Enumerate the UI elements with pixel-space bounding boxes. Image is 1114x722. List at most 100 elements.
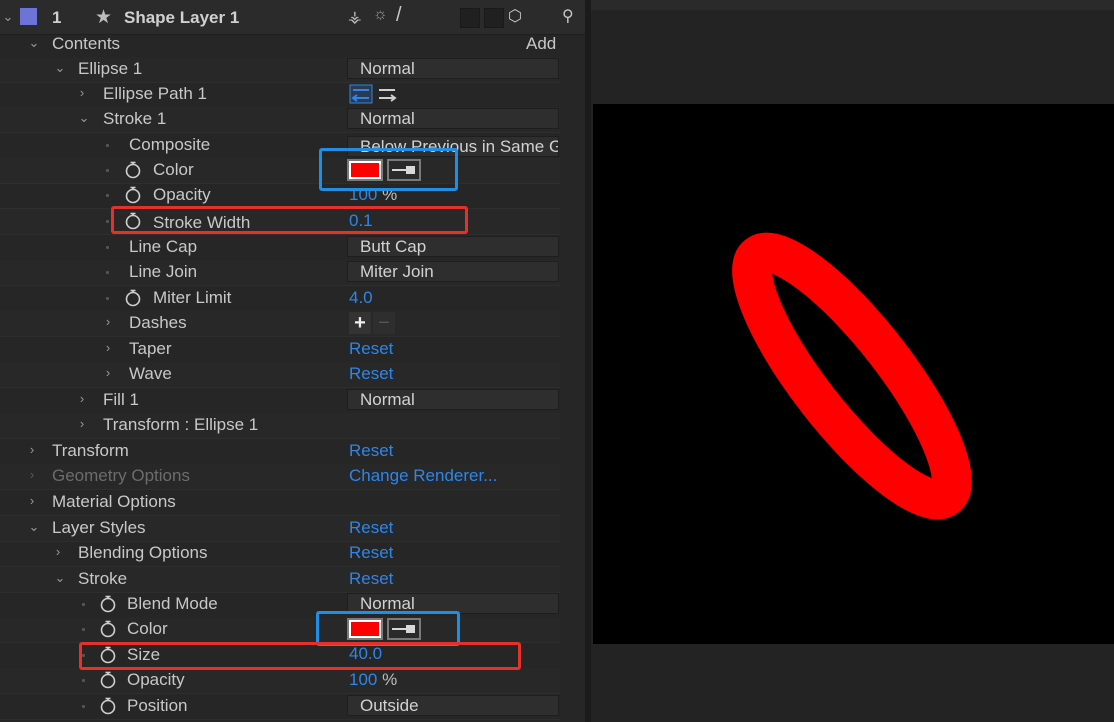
- composite-row[interactable]: Composite Below Previous in Same Gr: [0, 133, 560, 159]
- add-dash-button[interactable]: +: [349, 312, 371, 334]
- layer-name[interactable]: Shape Layer 1: [124, 8, 239, 28]
- stopwatch-icon[interactable]: [125, 161, 141, 179]
- wave-reset-link[interactable]: Reset: [349, 364, 393, 384]
- geometry-options-row[interactable]: › Geometry Options Change Renderer...: [0, 464, 560, 490]
- blend-mode-row[interactable]: Blend Mode Normal: [0, 592, 560, 618]
- taper-reset-link[interactable]: Reset: [349, 339, 393, 359]
- blending-options-row[interactable]: › Blending Options Reset: [0, 541, 560, 567]
- switch-box-2[interactable]: [484, 8, 504, 28]
- continuous-rasterize-icon[interactable]: ☼: [373, 6, 388, 24]
- quality-icon[interactable]: /: [396, 4, 402, 27]
- layer-styles-label: Layer Styles: [52, 518, 146, 537]
- layer-label-color-swatch[interactable]: [20, 8, 37, 25]
- color-swatch[interactable]: [347, 618, 383, 640]
- blending-reset-link[interactable]: Reset: [349, 543, 393, 563]
- transform-ellipse-row[interactable]: › Transform : Ellipse 1: [0, 413, 560, 439]
- opacity-value[interactable]: 100 %: [349, 670, 397, 690]
- twirl-open-icon[interactable]: ⌄: [78, 110, 90, 126]
- composition-canvas[interactable]: [593, 104, 1114, 644]
- composition-viewer: [591, 0, 1114, 722]
- line-cap-dropdown[interactable]: Butt Cap: [347, 236, 559, 257]
- stroke-width-row[interactable]: Stroke Width 0.1: [0, 209, 560, 235]
- twirl-closed-icon[interactable]: ›: [76, 85, 88, 101]
- stopwatch-icon[interactable]: [125, 289, 141, 307]
- stopwatch-icon[interactable]: [125, 212, 141, 230]
- layer-twirl-open-icon[interactable]: ⌄: [2, 9, 14, 25]
- line-cap-row[interactable]: Line Cap Butt Cap: [0, 235, 560, 261]
- remove-dash-button[interactable]: −: [373, 312, 395, 334]
- twirl-open-icon[interactable]: ⌄: [54, 60, 66, 76]
- twirl-closed-icon[interactable]: ›: [102, 365, 114, 381]
- bullet-dot: [82, 654, 85, 657]
- position-row[interactable]: Position Outside: [0, 694, 560, 720]
- twirl-closed-icon[interactable]: ›: [26, 493, 38, 509]
- miter-limit-row[interactable]: Miter Limit 4.0: [0, 286, 560, 312]
- parent-pickwhip-icon[interactable]: ⚲: [562, 6, 574, 26]
- taper-label: Taper: [129, 339, 172, 358]
- contents-row[interactable]: ⌄ Contents Add: [0, 32, 560, 58]
- blend-mode-dropdown[interactable]: Normal: [347, 593, 559, 614]
- stopwatch-icon[interactable]: [100, 646, 116, 664]
- twirl-open-icon[interactable]: ⌄: [28, 35, 40, 51]
- dashes-row[interactable]: › Dashes + −: [0, 311, 560, 337]
- stroke-width-value[interactable]: 0.1: [349, 211, 373, 231]
- stopwatch-icon[interactable]: [100, 697, 116, 715]
- layer-styles-row[interactable]: ⌄ Layer Styles Reset: [0, 516, 560, 542]
- twirl-closed-icon[interactable]: ›: [76, 416, 88, 432]
- blend-mode-dropdown[interactable]: Normal: [347, 58, 559, 79]
- twirl-closed-icon[interactable]: ›: [76, 391, 88, 407]
- blend-mode-dropdown[interactable]: Normal: [347, 108, 559, 129]
- line-join-dropdown[interactable]: Miter Join: [347, 261, 559, 282]
- stopwatch-icon[interactable]: [100, 595, 116, 613]
- add-button[interactable]: Add: [526, 34, 556, 54]
- stroke-1-row[interactable]: ⌄ Stroke 1 Normal: [0, 107, 560, 133]
- twirl-closed-icon[interactable]: ›: [52, 544, 64, 560]
- fill-1-label: Fill 1: [103, 390, 139, 409]
- color-swatch[interactable]: [347, 159, 383, 181]
- style-color-row[interactable]: Color: [0, 617, 560, 643]
- transform-reset-link[interactable]: Reset: [349, 441, 393, 461]
- twirl-open-icon[interactable]: ⌄: [54, 570, 66, 586]
- stroke-color-row[interactable]: Color: [0, 158, 560, 184]
- blend-mode-dropdown[interactable]: Normal: [347, 389, 559, 410]
- position-dropdown[interactable]: Outside: [347, 695, 559, 716]
- ellipse-shape[interactable]: [593, 104, 1114, 644]
- change-renderer-link[interactable]: Change Renderer...: [349, 466, 497, 486]
- material-options-row[interactable]: › Material Options: [0, 490, 560, 516]
- twirl-open-icon[interactable]: ⌄: [28, 519, 40, 535]
- shy-icon[interactable]: ⚶: [348, 7, 362, 27]
- size-row[interactable]: Size 40.0: [0, 643, 560, 669]
- opacity-value[interactable]: 100 %: [349, 185, 397, 205]
- twirl-closed-icon[interactable]: ›: [102, 340, 114, 356]
- ellipse-path-1-row[interactable]: › Ellipse Path 1: [0, 82, 560, 108]
- bullet-dot: [106, 144, 109, 147]
- stroke-style-row[interactable]: ⌄ Stroke Reset: [0, 567, 560, 593]
- ellipse-1-row[interactable]: ⌄ Ellipse 1 Normal: [0, 57, 560, 83]
- layer-styles-reset-link[interactable]: Reset: [349, 518, 393, 538]
- transform-row[interactable]: › Transform Reset: [0, 439, 560, 465]
- miter-limit-value[interactable]: 4.0: [349, 288, 373, 308]
- style-opacity-row[interactable]: Opacity 100 %: [0, 668, 560, 694]
- twirl-closed-icon[interactable]: ›: [102, 314, 114, 330]
- wave-row[interactable]: › Wave Reset: [0, 362, 560, 388]
- fill-1-row[interactable]: › Fill 1 Normal: [0, 388, 560, 414]
- stopwatch-icon[interactable]: [125, 186, 141, 204]
- path-direction-icon[interactable]: [349, 84, 403, 104]
- stroke-opacity-row[interactable]: Opacity 100 %: [0, 183, 560, 209]
- eyedropper-button[interactable]: [387, 618, 421, 640]
- composite-dropdown[interactable]: Below Previous in Same Gr: [347, 136, 559, 157]
- line-join-row[interactable]: Line Join Miter Join: [0, 260, 560, 286]
- stopwatch-icon[interactable]: [100, 671, 116, 689]
- 3d-layer-icon[interactable]: ⬡: [508, 6, 522, 26]
- stopwatch-icon[interactable]: [100, 620, 116, 638]
- layer-header-row[interactable]: ⌄ 1 ★ Shape Layer 1 ⚶ ☼ / ⬡ ⚲: [0, 0, 585, 35]
- twirl-closed-icon[interactable]: ›: [26, 442, 38, 458]
- taper-row[interactable]: › Taper Reset: [0, 337, 560, 363]
- eyedropper-button[interactable]: [387, 159, 421, 181]
- stroke-width-label: Stroke Width: [153, 213, 251, 232]
- switch-box-1[interactable]: [460, 8, 480, 28]
- stroke-style-reset-link[interactable]: Reset: [349, 569, 393, 589]
- size-value[interactable]: 40.0: [349, 644, 382, 664]
- layer-number: 1: [52, 8, 62, 27]
- line-join-label: Line Join: [129, 262, 198, 281]
